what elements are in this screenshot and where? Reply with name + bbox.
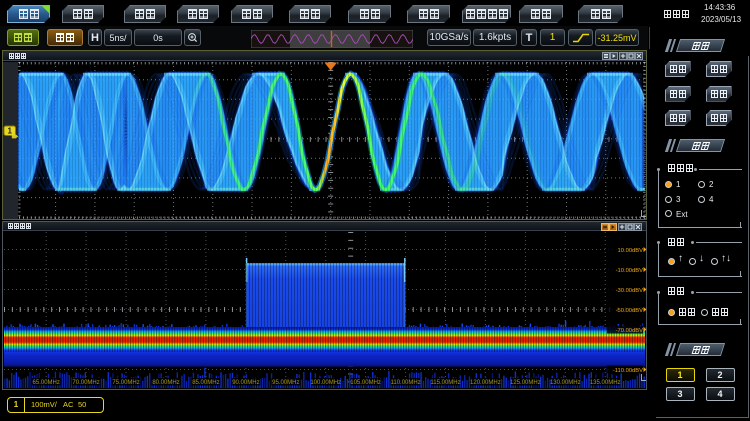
svg-text:-70.00dBV: -70.00dBV [616,328,644,334]
svg-text:100.00MHz: 100.00MHz [310,380,341,386]
svg-text:-50.00dBV: -50.00dBV [616,308,644,314]
svg-text:130.00MHz: 130.00MHz [550,380,581,386]
svg-text:-110.00dBV: -110.00dBV [613,368,643,374]
svg-text:-10.00dBV: -10.00dBV [616,268,644,274]
svg-text:110.00MHz: 110.00MHz [390,380,420,386]
svg-text:125.00MHz: 125.00MHz [510,380,541,386]
svg-text:65.00MHz: 65.00MHz [33,380,60,386]
svg-text:85.00MHz: 85.00MHz [192,380,219,386]
svg-text:90.00MHz: 90.00MHz [232,380,259,386]
svg-text:135.00MHz: 135.00MHz [590,380,621,386]
svg-text:75.00MHz: 75.00MHz [112,380,139,386]
svg-text:10.00dBV: 10.00dBV [618,248,644,254]
svg-text:105.00MHz: 105.00MHz [350,380,381,386]
svg-text:-30.00dBV: -30.00dBV [616,288,644,294]
svg-text:80.00MHz: 80.00MHz [152,380,179,386]
svg-text:120.00MHz: 120.00MHz [470,380,501,386]
svg-text:70.00MHz: 70.00MHz [72,380,99,386]
svg-text:95.00MHz: 95.00MHz [272,380,299,386]
svg-text:115.00MHz: 115.00MHz [430,380,460,386]
